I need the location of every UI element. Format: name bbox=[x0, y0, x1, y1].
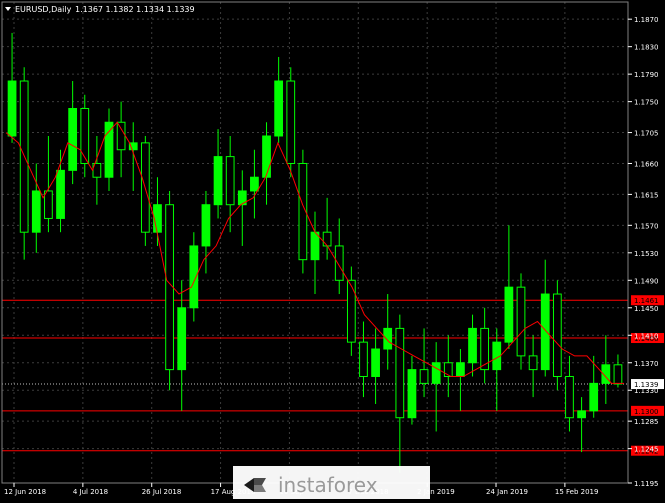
y-tick-label: 1.1705 bbox=[634, 130, 659, 138]
candle-body bbox=[201, 204, 211, 247]
candle-body bbox=[177, 307, 187, 371]
candle-body bbox=[589, 382, 599, 412]
chart-canvas: 1.14611.14061.13001.12421.1339 1.18701.1… bbox=[0, 0, 665, 499]
chart-background bbox=[0, 0, 665, 499]
y-tick-label: 1.1870 bbox=[634, 16, 659, 24]
y-tick-label: 1.1790 bbox=[634, 71, 659, 79]
candle-body bbox=[68, 108, 78, 171]
candle-body bbox=[262, 135, 271, 178]
candle-body bbox=[371, 348, 380, 377]
candle-body bbox=[116, 121, 126, 151]
candle-body bbox=[31, 190, 41, 233]
candlestick-chart: 1.1461 1.1406 1.1300 1.1242 1.1339 1.1870 1.1… bbox=[0, 0, 665, 499]
candle-body bbox=[552, 293, 562, 377]
candle-body bbox=[250, 176, 259, 192]
candle-body bbox=[334, 245, 344, 281]
candle-body bbox=[225, 156, 235, 206]
y-tick-label: 1.1570 bbox=[634, 222, 659, 230]
candle-body bbox=[44, 190, 53, 219]
candle-body bbox=[528, 355, 538, 371]
y-tick-label: 1.1285 bbox=[634, 418, 659, 426]
y-tick-label: 1.1450 bbox=[634, 305, 659, 313]
x-tick-label: 4 Jul 2018 bbox=[73, 488, 108, 496]
candle-body bbox=[80, 108, 90, 164]
y-tick-label: 1.1530 bbox=[634, 250, 659, 258]
x-tick-label: 24 Jan 2019 bbox=[486, 488, 528, 496]
y-tick-label: 1.1195 bbox=[634, 480, 659, 488]
y-tick-label: 1.1490 bbox=[634, 277, 659, 285]
candle-body bbox=[613, 364, 623, 385]
y-tick-label: 1.1830 bbox=[634, 44, 659, 52]
symbol-label: EURUSD,Daily bbox=[15, 5, 72, 14]
ohlc-values: 1.1367 1.1382 1.1334 1.1339 bbox=[75, 5, 195, 14]
y-tick-label: 1.1410 bbox=[634, 332, 659, 340]
candle-body bbox=[456, 362, 465, 377]
candle-body bbox=[419, 369, 429, 384]
candle-body bbox=[310, 231, 320, 261]
candle-body bbox=[286, 80, 296, 164]
watermark: instaforex bbox=[233, 466, 430, 499]
candle-body bbox=[395, 327, 405, 419]
y-tick-label: 1.1245 bbox=[634, 446, 659, 454]
candle-body bbox=[407, 369, 417, 419]
x-tick-label: 15 Feb 2019 bbox=[555, 488, 599, 496]
candle-body bbox=[7, 80, 17, 137]
level-price-label: 1.1300 bbox=[634, 408, 659, 416]
candle-body bbox=[56, 169, 65, 219]
x-tick-label: 12 Jun 2018 bbox=[4, 488, 46, 496]
candle-body bbox=[346, 279, 356, 343]
candle-body bbox=[577, 410, 586, 419]
candle-body bbox=[468, 327, 477, 364]
candle-body bbox=[274, 80, 284, 137]
y-tick-label: 1.1370 bbox=[634, 360, 659, 368]
candle-body bbox=[383, 327, 393, 350]
candle-body bbox=[504, 286, 514, 343]
y-tick-label: 1.1660 bbox=[634, 160, 659, 168]
candle-body bbox=[322, 231, 332, 247]
candle-body bbox=[213, 156, 223, 206]
candle-body bbox=[565, 375, 574, 419]
x-tick-label: 26 Jul 2018 bbox=[142, 488, 182, 496]
y-tick-label: 1.1750 bbox=[634, 99, 659, 107]
watermark-text: instaforex bbox=[278, 473, 378, 497]
y-tick-label: 1.1615 bbox=[634, 191, 659, 199]
y-tick-label: 1.1330 bbox=[634, 387, 659, 395]
candle-body bbox=[540, 293, 550, 371]
chart-header: EURUSD,Daily 1.1367 1.1382 1.1334 1.1339 bbox=[5, 5, 195, 14]
candle-body bbox=[516, 286, 526, 357]
candle-body bbox=[431, 362, 441, 384]
candle-body bbox=[359, 341, 368, 377]
candle-body bbox=[104, 121, 114, 178]
